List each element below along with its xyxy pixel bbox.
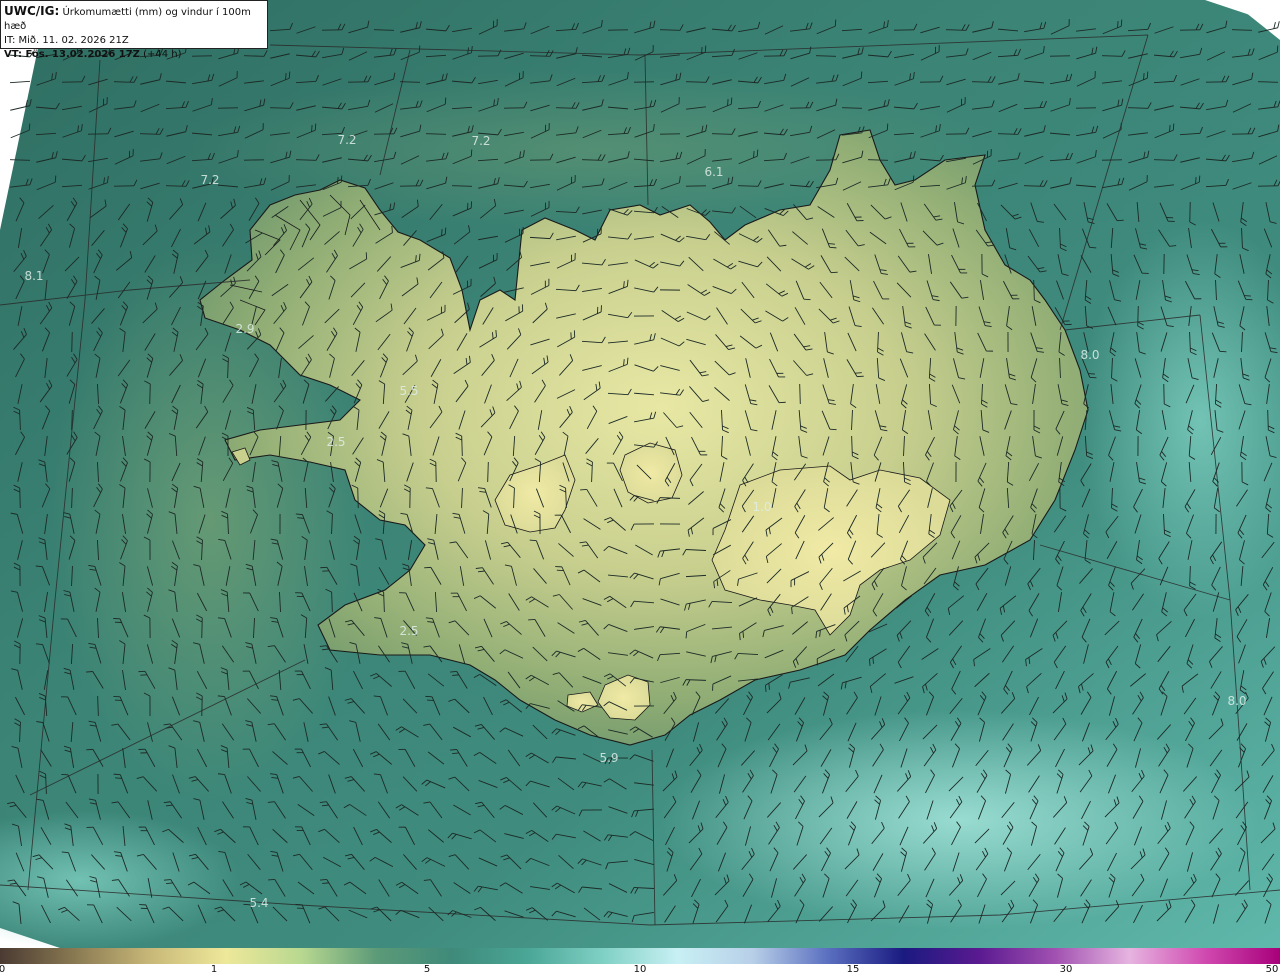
map-value-label: 5.9 xyxy=(599,751,618,765)
map-value-label: 8.0 xyxy=(1080,348,1099,362)
map-header: UWC/IG: Úrkomumætti (mm) og vindur í 100… xyxy=(0,0,268,60)
valid-time-line: VT: Fös. 13.02.2026 17Z (+44 h) xyxy=(4,48,264,62)
map-canvas[interactable]: 7.2 7.2 7.2 6.1 8.1 2.9 5.5 2.5 1.0 8.0 2.5 5.9 8.0 5… xyxy=(0,0,1280,948)
map-value-label: 8.1 xyxy=(24,269,43,283)
wind-barb xyxy=(799,383,801,405)
header-title-line: UWC/IG: Úrkomumætti (mm) og vindur í 100… xyxy=(4,4,264,34)
colorbar-strip xyxy=(0,948,1280,964)
map-value-label: 1.0 xyxy=(752,500,771,514)
issue-time: IT: Mið. 11. 02. 2026 21Z xyxy=(4,35,129,46)
wind-barb xyxy=(71,331,73,353)
map-value-label: 2.9 xyxy=(235,322,254,336)
colorbar-tick-label: 15 xyxy=(846,964,860,975)
colorbar-tick-label: 50 xyxy=(1265,964,1279,975)
colorbar: 0 1 5 10 15 30 50 xyxy=(0,948,1280,978)
colorbar-tick-label: 1 xyxy=(210,964,218,975)
map-value-label: 7.2 xyxy=(337,133,356,147)
map-value-label: 5.5 xyxy=(399,384,418,398)
wind-barb xyxy=(487,461,489,483)
map-value-label: 7.2 xyxy=(471,134,490,148)
map-value-label: 7.2 xyxy=(200,173,219,187)
weather-map[interactable]: 7.2 7.2 7.2 6.1 8.1 2.9 5.5 2.5 1.0 8.0 2.5 5.9 8.0 5… xyxy=(0,0,1280,948)
colorbar-tick-label: 10 xyxy=(633,964,647,975)
colorbar-tick-label: 0 xyxy=(0,964,6,975)
map-value-label: 8.0 xyxy=(1227,694,1246,708)
lead-time: (+44 h) xyxy=(143,49,182,60)
map-value-label: 5.4 xyxy=(249,896,268,910)
sea-light-southeast xyxy=(660,710,1260,930)
map-value-label: 2.5 xyxy=(399,624,418,638)
colorbar-tick-label: 30 xyxy=(1059,964,1073,975)
colorbar-tick-label: 5 xyxy=(423,964,431,975)
product-code: UWC/IG: xyxy=(4,4,60,18)
map-value-label: 6.1 xyxy=(704,165,723,179)
valid-time: VT: Fös. 13.02.2026 17Z xyxy=(4,49,140,60)
map-value-label: 2.5 xyxy=(326,435,345,449)
